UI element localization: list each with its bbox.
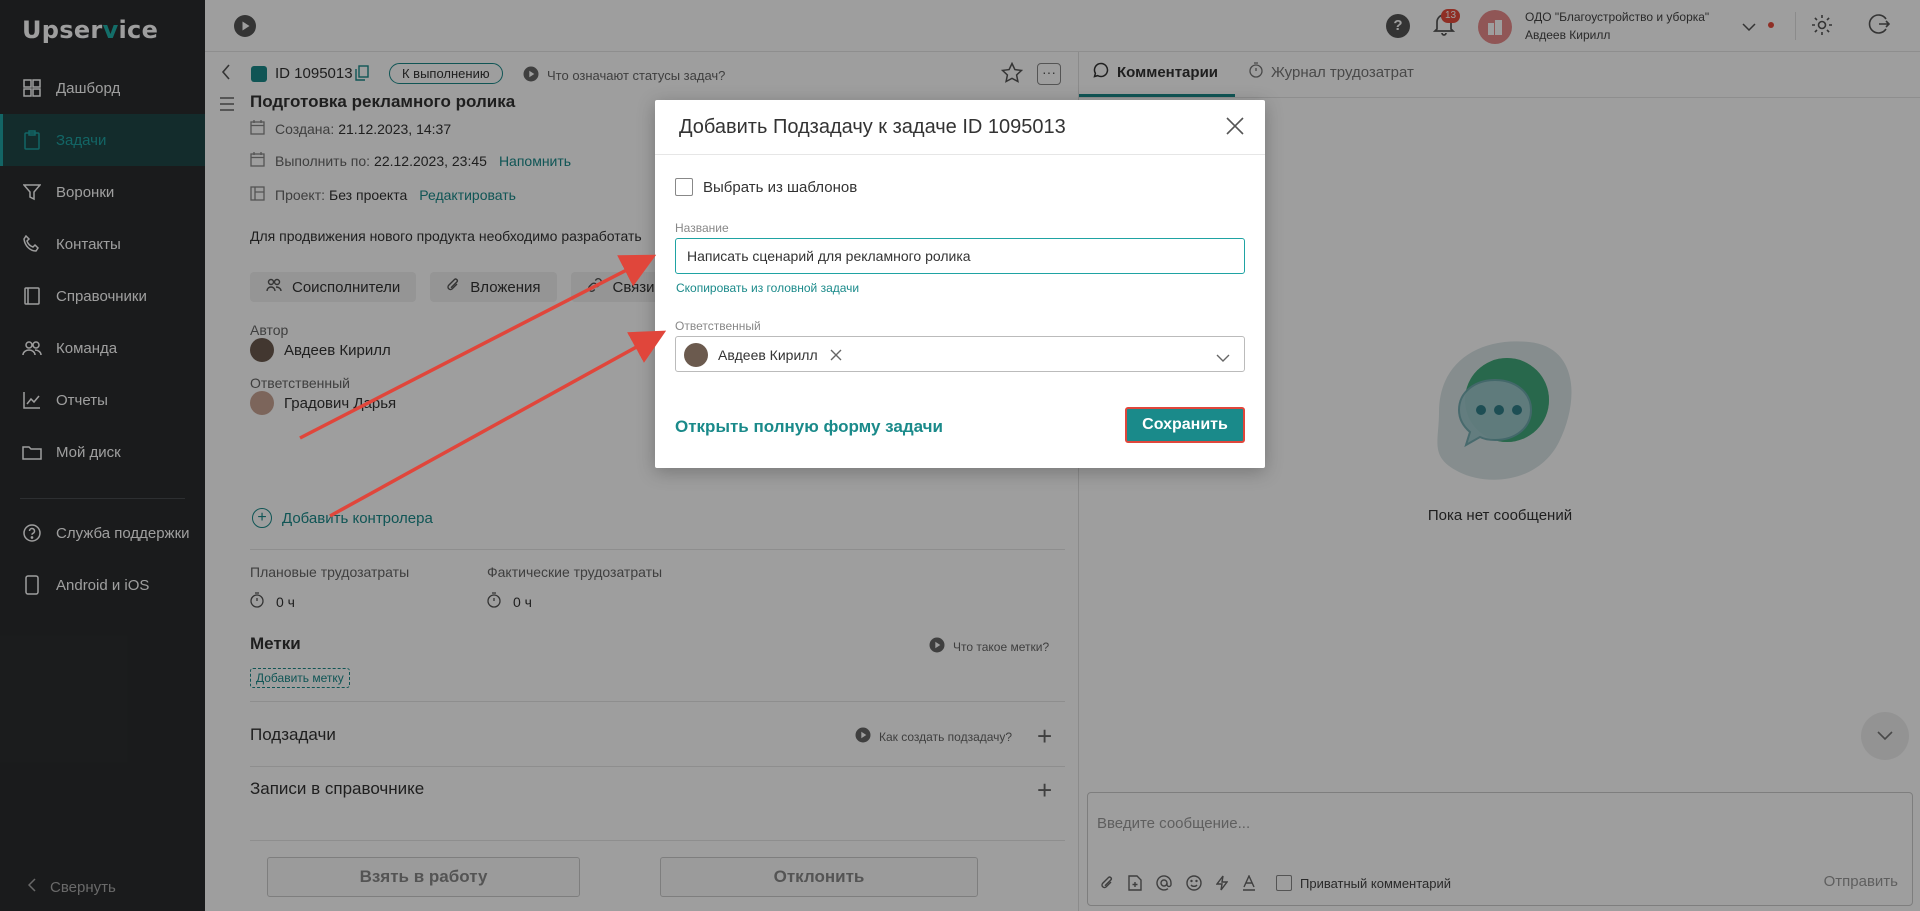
avatar (684, 343, 708, 367)
chevron-down-icon[interactable] (1216, 349, 1230, 366)
divider (655, 154, 1265, 155)
add-subtask-dialog: Добавить Подзадачу к задаче ID 1095013 В… (655, 100, 1265, 468)
remove-icon[interactable] (830, 349, 842, 361)
template-option[interactable]: Выбрать из шаблонов (675, 178, 857, 196)
template-checkbox[interactable] (675, 178, 693, 196)
assignee-chip-name: Авдеев Кирилл (718, 347, 818, 363)
assignee-field-label: Ответственный (675, 319, 761, 333)
subtask-name-input[interactable] (675, 238, 1245, 274)
copy-from-parent-link[interactable]: Скопировать из головной задачи (676, 281, 859, 295)
name-label: Название (675, 221, 729, 235)
dialog-title: Добавить Подзадачу к задаче ID 1095013 (679, 116, 1066, 138)
template-label: Выбрать из шаблонов (703, 178, 858, 196)
assignee-select[interactable]: Авдеев Кирилл (675, 336, 1245, 372)
open-full-form-link[interactable]: Открыть полную форму задачи (675, 417, 943, 437)
close-icon[interactable] (1225, 116, 1245, 140)
assignee-chip: Авдеев Кирилл (684, 343, 842, 367)
save-button[interactable]: Сохранить (1125, 407, 1245, 443)
